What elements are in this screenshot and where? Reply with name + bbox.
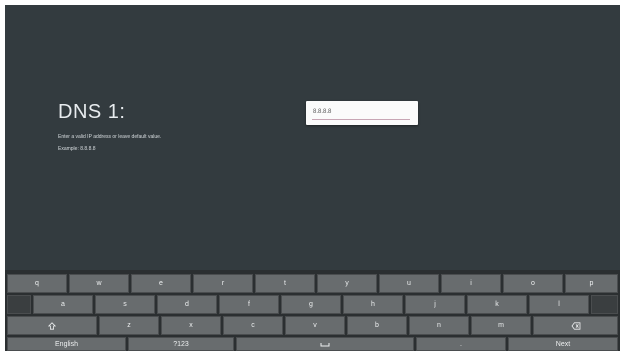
keyboard-row-1: q w e r t y u i o p	[5, 274, 620, 293]
key-l[interactable]: l	[529, 295, 589, 314]
key-e[interactable]: e	[131, 274, 191, 293]
example-text: Example: 8.8.8.8	[58, 146, 96, 152]
period-key[interactable]: .	[416, 337, 506, 351]
key-f[interactable]: f	[219, 295, 279, 314]
key-b[interactable]: b	[347, 316, 407, 335]
key-v[interactable]: v	[285, 316, 345, 335]
page-title: DNS 1:	[58, 101, 126, 123]
language-key[interactable]: English	[7, 337, 126, 351]
next-key[interactable]: Next	[508, 337, 618, 351]
description-text: Enter a valid IP address or leave defaul…	[58, 134, 162, 140]
symbols-key[interactable]: ?123	[128, 337, 234, 351]
key-a[interactable]: a	[33, 295, 93, 314]
key-c[interactable]: c	[223, 316, 283, 335]
input-underline	[312, 119, 410, 120]
key-k[interactable]: k	[467, 295, 527, 314]
key-q[interactable]: q	[7, 274, 67, 293]
key-p[interactable]: p	[565, 274, 618, 293]
key-o[interactable]: o	[503, 274, 563, 293]
key-r[interactable]: r	[193, 274, 253, 293]
space-icon	[320, 342, 330, 347]
key-w[interactable]: w	[69, 274, 129, 293]
keyboard-row-2: a s d f g h j k l	[5, 295, 620, 314]
backspace-icon	[571, 321, 581, 330]
key-i[interactable]: i	[441, 274, 501, 293]
key-spacer-right	[591, 295, 618, 314]
key-m[interactable]: m	[471, 316, 531, 335]
key-spacer-left	[7, 295, 31, 314]
dns-settings-screen: DNS 1: Enter a valid IP address or leave…	[5, 5, 620, 351]
key-n[interactable]: n	[409, 316, 469, 335]
keyboard-row-3: z x c v b n m	[5, 316, 620, 335]
keyboard-row-4: English ?123 . Next	[5, 337, 620, 351]
key-d[interactable]: d	[157, 295, 217, 314]
key-g[interactable]: g	[281, 295, 341, 314]
dns-input-field[interactable]: 8.8.8.8	[306, 101, 418, 125]
dns-input-value: 8.8.8.8	[313, 109, 332, 115]
key-t[interactable]: t	[255, 274, 315, 293]
key-y[interactable]: y	[317, 274, 377, 293]
key-j[interactable]: j	[405, 295, 465, 314]
key-z[interactable]: z	[99, 316, 159, 335]
shift-key[interactable]	[7, 316, 97, 335]
delete-key[interactable]	[533, 316, 618, 335]
space-key[interactable]	[236, 337, 414, 351]
key-h[interactable]: h	[343, 295, 403, 314]
key-s[interactable]: s	[95, 295, 155, 314]
on-screen-keyboard: q w e r t y u i o p a s d f g h j k l z …	[5, 270, 620, 351]
key-x[interactable]: x	[161, 316, 221, 335]
key-u[interactable]: u	[379, 274, 439, 293]
shift-icon	[48, 321, 56, 330]
